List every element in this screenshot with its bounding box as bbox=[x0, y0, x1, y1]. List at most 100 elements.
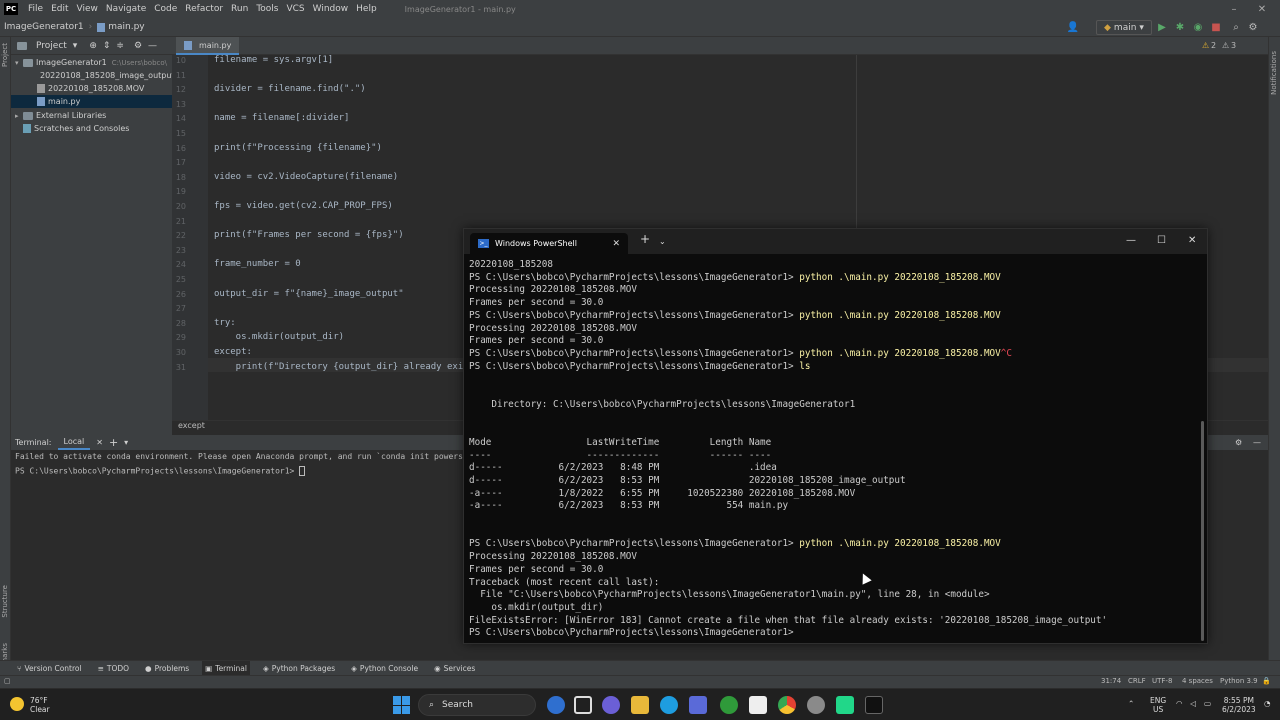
tree-item-scratches[interactable]: Scratches and Consoles bbox=[11, 122, 172, 135]
nav-file[interactable]: main.py bbox=[108, 22, 144, 32]
bing-icon[interactable] bbox=[547, 696, 565, 714]
menu-refactor[interactable]: Refactor bbox=[181, 4, 227, 14]
expand-all-icon[interactable]: ≑ bbox=[116, 41, 124, 51]
collapse-all-icon[interactable]: ⇕ bbox=[103, 41, 111, 51]
file-explorer-icon[interactable] bbox=[631, 696, 649, 714]
weak-warning-icon[interactable]: ⚠ bbox=[1222, 41, 1229, 50]
terminal-taskbar-icon[interactable] bbox=[865, 696, 883, 714]
status-caret-position[interactable]: 31:74 bbox=[1101, 677, 1121, 685]
clock[interactable]: 8:55 PM 6/2/2023 bbox=[1222, 696, 1256, 714]
breadcrumb-item[interactable]: except bbox=[178, 421, 205, 430]
close-window-icon[interactable]: ✕ bbox=[1188, 235, 1196, 246]
expand-arrow-icon[interactable]: ▾ bbox=[15, 59, 23, 67]
wifi-icon[interactable]: ◠ bbox=[1176, 699, 1183, 708]
status-toggle-icon[interactable]: ▢ bbox=[4, 677, 11, 685]
status-encoding[interactable]: UTF-8 bbox=[1152, 677, 1172, 685]
minimize-icon[interactable]: – bbox=[1220, 0, 1248, 18]
store-icon[interactable] bbox=[689, 696, 707, 714]
debug-icon[interactable]: ✱ bbox=[1173, 20, 1187, 35]
gear-icon[interactable]: ⚙ bbox=[134, 41, 142, 51]
menu-window[interactable]: Window bbox=[309, 4, 353, 14]
hide-panel-icon[interactable]: — bbox=[148, 41, 157, 51]
edge-icon[interactable] bbox=[660, 696, 678, 714]
tool-python-packages[interactable]: ◈ Python Packages bbox=[260, 661, 338, 676]
start-button-icon[interactable] bbox=[393, 696, 411, 714]
tree-root[interactable]: ▾ ImageGenerator1 C:\Users\bobco\ bbox=[11, 56, 172, 69]
menu-file[interactable]: File bbox=[24, 4, 47, 14]
terminal-line: Failed to activate conda environment. Pl… bbox=[15, 452, 521, 461]
tab-main-py[interactable]: main.py bbox=[176, 37, 240, 55]
coverage-icon[interactable]: ◉ bbox=[1191, 20, 1205, 35]
new-terminal-icon[interactable]: + bbox=[109, 436, 118, 449]
expand-arrow-icon[interactable]: ▸ bbox=[15, 112, 23, 120]
battery-icon[interactable]: ▭ bbox=[1204, 699, 1211, 708]
project-tool-label[interactable]: Project bbox=[1, 43, 9, 67]
task-view-icon[interactable] bbox=[574, 696, 592, 714]
status-indent[interactable]: 4 spaces bbox=[1182, 677, 1213, 685]
structure-tool-label[interactable]: Structure bbox=[1, 585, 9, 618]
chrome-icon[interactable] bbox=[778, 696, 796, 714]
status-interpreter[interactable]: Python 3.9 bbox=[1220, 677, 1258, 685]
minimize-icon[interactable]: — bbox=[1126, 235, 1136, 246]
tray-chevron-icon[interactable]: ⌃ bbox=[1128, 699, 1134, 708]
locate-icon[interactable]: ⊕ bbox=[89, 41, 97, 51]
menu-edit[interactable]: Edit bbox=[47, 4, 72, 14]
user-icon[interactable]: 👤 bbox=[1066, 20, 1080, 35]
gear-icon[interactable]: ⚙ bbox=[1235, 438, 1242, 447]
search-icon[interactable]: ⌕ bbox=[1229, 20, 1243, 35]
speaker-icon[interactable]: ◁ bbox=[1190, 699, 1196, 708]
tree-item-external-libraries[interactable]: ▸ External Libraries bbox=[11, 109, 172, 122]
tool-terminal[interactable]: ▣ Terminal bbox=[202, 660, 250, 676]
powershell-text: PS C:\Users\bobco\PycharmProjects\lesson… bbox=[469, 309, 800, 321]
menu-tools[interactable]: Tools bbox=[252, 4, 282, 14]
tree-item-image-output[interactable]: 20220108_185208_image_output bbox=[11, 69, 175, 82]
stop-icon[interactable]: ■ bbox=[1209, 20, 1223, 35]
tool-problems[interactable]: ● Problems bbox=[142, 661, 192, 676]
tool-python-console[interactable]: ◈ Python Console bbox=[348, 661, 421, 676]
menu-navigate[interactable]: Navigate bbox=[102, 4, 150, 14]
chevron-down-icon[interactable]: ▾ bbox=[73, 41, 78, 51]
run-icon[interactable]: ▶ bbox=[1155, 20, 1169, 35]
tree-item-mov[interactable]: 20220108_185208.MOV bbox=[11, 82, 172, 95]
menu-view[interactable]: View bbox=[73, 4, 102, 14]
notepad-icon[interactable] bbox=[749, 696, 767, 714]
chat-icon[interactable] bbox=[602, 696, 620, 714]
maximize-icon[interactable]: ☐ bbox=[1157, 235, 1166, 246]
warning-icon[interactable]: ⚠ bbox=[1202, 41, 1209, 50]
xbox-icon[interactable] bbox=[720, 696, 738, 714]
notification-bell-icon[interactable]: ◔ bbox=[1264, 699, 1271, 708]
powershell-window[interactable]: >_ Windows PowerShell ✕ + ⌄ — ☐ ✕ 202201… bbox=[463, 228, 1208, 644]
tool-services[interactable]: ◉ Services bbox=[431, 661, 478, 676]
settings-icon[interactable]: ⚙ bbox=[1246, 20, 1260, 35]
branch-selector[interactable]: ◆ main ▾ bbox=[1096, 20, 1152, 35]
menu-code[interactable]: Code bbox=[150, 4, 181, 14]
chevron-down-icon[interactable]: ⌄ bbox=[659, 237, 666, 246]
tool-version-control[interactable]: ⑂ Version Control bbox=[14, 661, 85, 676]
chevron-down-icon[interactable]: ✕ bbox=[96, 438, 103, 447]
settings-icon[interactable] bbox=[807, 696, 825, 714]
new-tab-icon[interactable]: + bbox=[640, 232, 650, 246]
status-line-separator[interactable]: CRLF bbox=[1128, 677, 1146, 685]
lock-icon[interactable]: 🔒 bbox=[1262, 677, 1271, 685]
close-icon[interactable]: ✕ bbox=[1248, 0, 1276, 18]
language-indicator[interactable]: ENG US bbox=[1150, 696, 1166, 714]
nav-project[interactable]: ImageGenerator1 bbox=[4, 22, 84, 32]
pycharm-taskbar-icon[interactable] bbox=[836, 696, 854, 714]
tool-todo[interactable]: ≡ TODO bbox=[95, 661, 132, 676]
menu-help[interactable]: Help bbox=[352, 4, 381, 14]
powershell-tab[interactable]: >_ Windows PowerShell ✕ bbox=[470, 233, 628, 254]
weather-widget[interactable]: 76°F Clear bbox=[30, 696, 50, 714]
notifications-tool-label[interactable]: Notifications bbox=[1270, 51, 1278, 95]
terminal-tab-local[interactable]: Local bbox=[57, 435, 91, 450]
project-panel-title[interactable]: Project bbox=[36, 41, 67, 51]
line-number: 30 bbox=[175, 348, 186, 357]
hide-panel-icon[interactable]: — bbox=[1253, 438, 1261, 447]
tree-item-main-py[interactable]: main.py bbox=[11, 95, 172, 108]
taskbar-search[interactable]: ⌕ Search bbox=[418, 694, 536, 716]
scrollbar[interactable] bbox=[1201, 421, 1204, 641]
menu-run[interactable]: Run bbox=[227, 4, 252, 14]
search-icon: ⌕ bbox=[429, 700, 435, 710]
menu-vcs[interactable]: VCS bbox=[282, 4, 308, 14]
close-tab-icon[interactable]: ✕ bbox=[612, 239, 620, 249]
chevron-down-icon[interactable]: ▾ bbox=[124, 438, 128, 447]
